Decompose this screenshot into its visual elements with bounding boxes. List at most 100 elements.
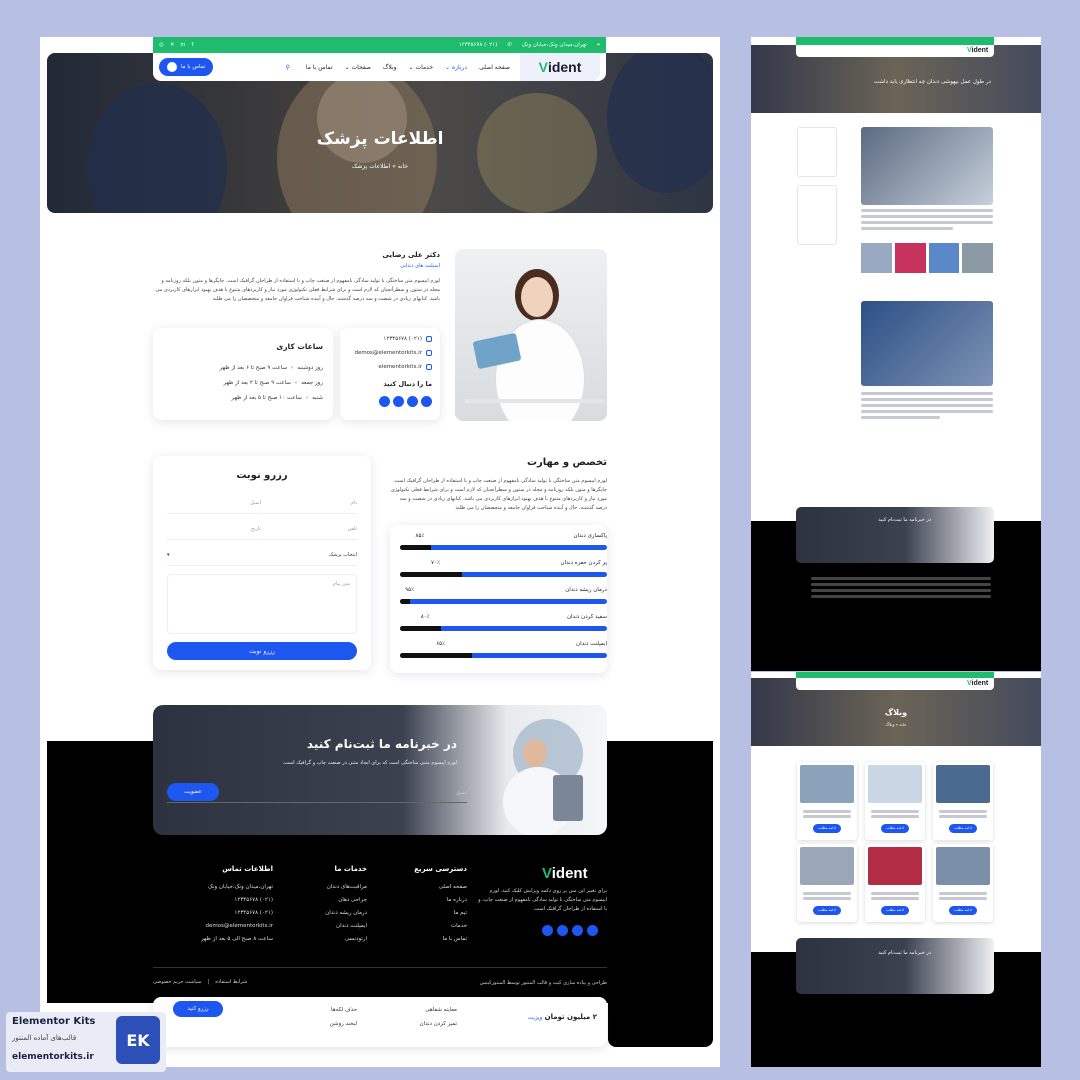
nav-home[interactable]: صفحه اصلی (479, 64, 510, 71)
hours-time: ساعت ۹ صبح تا ۲ بعد از ظهر (223, 380, 291, 386)
instagram-icon[interactable] (379, 396, 390, 407)
mini-blog-card[interactable]: ادامه مطلب (933, 844, 993, 922)
footer-link[interactable]: تیم ما (377, 907, 467, 920)
nav-about[interactable]: درباره ⌄ (445, 64, 467, 71)
chevron-down-icon: ▾ (167, 552, 170, 558)
doctor-bio: لورم ایپسوم متن ساختگی با تولید سادگی نا… (155, 278, 440, 302)
x-icon[interactable] (407, 396, 418, 407)
email-field[interactable]: ایمیل (167, 494, 261, 514)
linkedin-icon[interactable] (557, 925, 568, 936)
skill-label: پاکسازی دندان (573, 533, 607, 539)
name-field[interactable]: نام (263, 494, 357, 514)
mini-read-more-button[interactable]: ادامه مطلب (881, 824, 909, 833)
mini-read-more-button[interactable]: ادامه مطلب (813, 906, 841, 915)
contact-title: اطلاعات تماس (222, 865, 273, 873)
footer-link[interactable]: ارتودنسی (277, 933, 367, 946)
footer-contact: اطلاعات تماس تهران،میدان ونک،خیابان ونک … (153, 865, 273, 946)
site-logo[interactable]: Vident (520, 53, 600, 81)
blog-post-preview: Vident در طول عمل بیهوشی دندان چه انتظار… (751, 37, 1041, 671)
footer-link[interactable]: خدمات (377, 920, 467, 933)
date-field[interactable]: تاریخ (167, 520, 261, 540)
instagram-icon[interactable]: ◎ (159, 42, 164, 48)
footer-services: خدمات ما مراقبت‌های دندان جراحی دهان درم… (277, 865, 367, 946)
doctor-site[interactable]: elementorkits.ir (378, 364, 422, 370)
doctor-select[interactable]: انتخاب پزشک ▾ (167, 546, 357, 566)
phone-icon (167, 62, 177, 72)
booking-title: رزرو نوبت (236, 470, 288, 481)
doctor-email[interactable]: demos@elementorkits.ir (354, 350, 422, 356)
mini-read-more-button[interactable]: ادامه مطلب (813, 824, 841, 833)
instagram-icon[interactable] (542, 925, 553, 936)
footer-phone[interactable]: (۰۲۱) ۱۲۳۴۵۶۷۸ (153, 894, 273, 907)
message-field[interactable]: متن پیام (167, 574, 357, 634)
working-hours-card: ساعات کاری روز دوشنبه › ساعت ۹ صبح تا ۶ بع… (153, 328, 333, 420)
nav-blog[interactable]: وبلاگ (383, 64, 397, 71)
breadcrumb-home[interactable]: خانه (398, 163, 408, 170)
footer-email[interactable]: demos@elementorkits.ir (153, 920, 273, 933)
arrow-icon: › (294, 380, 298, 386)
x-icon[interactable] (572, 925, 583, 936)
footer-logo[interactable]: Vident (542, 865, 588, 882)
skills-title: تخصص و مهارت (527, 457, 607, 468)
mini-blog-card[interactable]: ادامه مطلب (865, 844, 925, 922)
mail-icon (426, 350, 432, 356)
skill-percent: ۸۰٪ (420, 614, 430, 620)
footer-link[interactable]: درمان ریشه دندان (277, 907, 367, 920)
footer-link[interactable]: درباره ما (377, 894, 467, 907)
address-text: تهران،میدان ونک،خیابان ونک (521, 42, 587, 48)
plan-feature: معاینه شفاهی (425, 1007, 457, 1013)
mini-read-more-button[interactable]: ادامه مطلب (949, 906, 977, 915)
mini-blog-title: وبلاگ (884, 708, 908, 717)
mini-blog-card[interactable]: ادامه مطلب (933, 762, 993, 840)
mini-blog-card[interactable]: ادامه مطلب (797, 844, 857, 922)
nav-services[interactable]: خدمات ⌄ (409, 64, 434, 71)
doctor-role: ایمپلنت های دندانی (400, 263, 440, 269)
phone-text[interactable]: (۰۲۱) ۱۲۳۴۵۶۷۸ (459, 42, 498, 48)
skill-label: پر کردن حفره دندان (560, 560, 607, 566)
terms-link[interactable]: شرایط استفاده (215, 979, 247, 985)
search-icon[interactable]: ⚲ (286, 64, 290, 71)
mini-logo: Vident (967, 680, 989, 687)
submit-booking-button[interactable]: رزرو نوبت (167, 642, 357, 660)
subscribe-button[interactable]: عضویت (167, 783, 219, 801)
phone-field[interactable]: تلفن (263, 520, 357, 540)
hours-day: شنبه (312, 395, 323, 401)
linkedin-icon[interactable]: in (180, 42, 185, 48)
elementor-kits-logo-icon: EK (116, 1016, 160, 1064)
footer-link[interactable]: ایمپلنت دندان (277, 920, 367, 933)
newsletter-title: در خبرنامه ما ثبت‌نام کنید (306, 737, 457, 751)
mini-blog-crumb: خانه » وبلاگ (885, 722, 907, 727)
quick-links-title: دسترسی سریع (414, 865, 467, 873)
facebook-icon[interactable] (421, 396, 432, 407)
map-pin-icon: ⌖ (596, 41, 600, 48)
skill-percent: ۹۵٪ (405, 587, 415, 593)
mini-blog-card[interactable]: ادامه مطلب (865, 762, 925, 840)
price-value: ۲ میلیون تومان (544, 1013, 597, 1021)
mini-read-more-button[interactable]: ادامه مطلب (949, 824, 977, 833)
footer-link[interactable]: جراحی دهان (277, 894, 367, 907)
mini-post-title: در طول عمل بیهوشی دندان چه انتظاری باید … (874, 79, 991, 85)
facebook-icon[interactable]: f (191, 42, 193, 48)
footer-link[interactable]: مراقبت‌های دندان (277, 881, 367, 894)
mini-newsletter-title: در خبرنامه ما ثبت‌نام کنید (878, 517, 931, 523)
footer-link[interactable]: تماس با ما (377, 933, 467, 946)
nav-contact[interactable]: تماس با ما (306, 64, 333, 71)
hours-day: روز دوشنبه (297, 365, 323, 371)
footer-phone[interactable]: (۰۲۱) ۱۲۳۴۵۶۷۸ (153, 907, 273, 920)
skill-percent: ۸۵٪ (415, 533, 425, 539)
nav-pages[interactable]: صفحات ⌄ (345, 64, 371, 71)
skills-intro: لورم ایپسوم متن ساختگی با تولید سادگی نا… (390, 478, 607, 511)
mini-blog-card[interactable]: ادامه مطلب (797, 762, 857, 840)
mini-read-more-button[interactable]: ادامه مطلب (881, 906, 909, 915)
youtube-icon[interactable] (393, 396, 404, 407)
contact-us-button[interactable]: تماس با ما (159, 58, 214, 76)
privacy-link[interactable]: سیاست حریم خصوصی (153, 979, 202, 985)
facebook-icon[interactable] (587, 925, 598, 936)
doctor-phone[interactable]: (۰۲۱) ۱۲۳۴۵۶۷۸ (383, 336, 422, 342)
skill-fill (400, 545, 432, 550)
book-plan-button[interactable]: رزرو کنید (173, 1001, 223, 1017)
footer-link[interactable]: صفحه اصلی (377, 881, 467, 894)
hours-time: ساعت ۹ صبح تا ۶ بعد از ظهر (219, 365, 288, 371)
footer-quick-links: دسترسی سریع صفحه اصلی درباره ما تیم ما خ… (377, 865, 467, 946)
x-icon[interactable]: ✕ (170, 42, 175, 48)
